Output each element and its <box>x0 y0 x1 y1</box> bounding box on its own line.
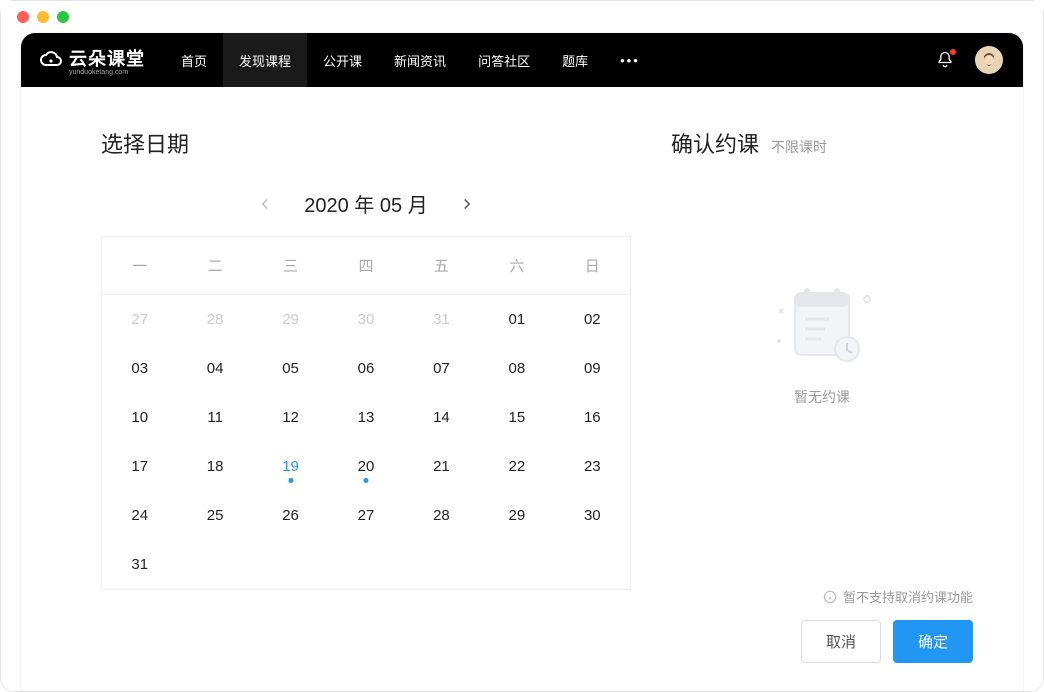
calendar-day[interactable]: 27 <box>102 295 177 344</box>
weekday-label: 一 <box>102 237 177 294</box>
calendar-day[interactable]: 11 <box>177 393 252 442</box>
confirm-button[interactable]: 确定 <box>893 620 973 663</box>
nav-item-4[interactable]: 问答社区 <box>462 33 546 87</box>
confirm-footer: 暂不支持取消约课功能 取消 确定 <box>671 587 973 691</box>
calendar-day[interactable]: 28 <box>177 295 252 344</box>
info-icon <box>823 590 837 604</box>
calendar-day[interactable]: 02 <box>555 295 630 344</box>
calendar-day[interactable]: 18 <box>177 442 252 491</box>
nav-item-2[interactable]: 公开课 <box>307 33 378 87</box>
nav-more[interactable]: ••• <box>604 53 656 68</box>
logo[interactable]: 云朵课堂 yunduoketang.com <box>21 45 165 76</box>
avatar-icon <box>975 46 1003 74</box>
empty-calendar-icon <box>767 279 877 369</box>
calendar-day[interactable]: 19 <box>253 442 328 491</box>
confirm-panel: 确认约课 不限课时 <box>631 127 1023 691</box>
cloud-logo-icon <box>39 48 63 72</box>
footer-note-text: 暂不支持取消约课功能 <box>843 587 973 606</box>
calendar-day[interactable]: 22 <box>479 442 554 491</box>
calendar-day[interactable]: 25 <box>177 491 252 540</box>
main-content: 选择日期 2020 年 05 月 一二三四五六日 272829303101020… <box>21 87 1023 691</box>
calendar-day[interactable]: 30 <box>328 295 403 344</box>
minimize-window-icon[interactable] <box>37 11 49 23</box>
next-month-button[interactable] <box>456 193 478 215</box>
calendar-day[interactable]: 14 <box>404 393 479 442</box>
calendar-day[interactable]: 09 <box>555 344 630 393</box>
cancel-button[interactable]: 取消 <box>801 620 881 663</box>
maximize-window-icon[interactable] <box>57 11 69 23</box>
calendar-day[interactable]: 31 <box>102 540 177 589</box>
weekday-label: 日 <box>555 237 630 294</box>
calendar-day[interactable]: 13 <box>328 393 403 442</box>
event-dot-icon <box>288 478 293 483</box>
calendar-day[interactable]: 27 <box>328 491 403 540</box>
weekday-label: 四 <box>328 237 403 294</box>
nav-item-1[interactable]: 发现课程 <box>223 33 307 87</box>
weekday-label: 五 <box>404 237 479 294</box>
confirm-subtitle: 不限课时 <box>771 137 827 157</box>
nav-item-0[interactable]: 首页 <box>165 33 223 87</box>
close-window-icon[interactable] <box>17 11 29 23</box>
pick-date-title: 选择日期 <box>101 127 631 159</box>
calendar-day[interactable]: 16 <box>555 393 630 442</box>
notification-bell[interactable] <box>935 50 955 70</box>
window-titlebar <box>1 1 1043 33</box>
calendar-day[interactable]: 20 <box>328 442 403 491</box>
empty-text: 暂无约课 <box>794 387 850 407</box>
event-dot-icon <box>363 478 368 483</box>
calendar-day[interactable]: 29 <box>253 295 328 344</box>
calendar-day[interactable]: 29 <box>479 491 554 540</box>
confirm-title: 确认约课 <box>671 127 759 159</box>
calendar-day[interactable]: 24 <box>102 491 177 540</box>
calendar-day[interactable]: 21 <box>404 442 479 491</box>
calendar-day[interactable]: 26 <box>253 491 328 540</box>
month-label: 2020 年 05 月 <box>304 189 427 218</box>
calendar-day[interactable]: 23 <box>555 442 630 491</box>
user-avatar[interactable] <box>975 46 1003 74</box>
footer-note: 暂不支持取消约课功能 <box>823 587 973 606</box>
top-nav: 云朵课堂 yunduoketang.com 首页发现课程公开课新闻资讯问答社区题… <box>21 33 1023 87</box>
date-picker-panel: 选择日期 2020 年 05 月 一二三四五六日 272829303101020… <box>21 127 631 691</box>
nav-items: 首页发现课程公开课新闻资讯问答社区题库 <box>165 33 604 87</box>
calendar-day[interactable]: 07 <box>404 344 479 393</box>
calendar-day[interactable]: 04 <box>177 344 252 393</box>
calendar-day[interactable]: 06 <box>328 344 403 393</box>
calendar-day[interactable]: 08 <box>479 344 554 393</box>
nav-item-3[interactable]: 新闻资讯 <box>378 33 462 87</box>
calendar: 一二三四五六日 27282930310102030405060708091011… <box>101 236 631 590</box>
notification-dot-icon <box>950 49 956 55</box>
weekday-label: 三 <box>253 237 328 294</box>
weekday-label: 六 <box>479 237 554 294</box>
calendar-day[interactable]: 10 <box>102 393 177 442</box>
calendar-day[interactable]: 17 <box>102 442 177 491</box>
calendar-day[interactable]: 15 <box>479 393 554 442</box>
weekday-header: 一二三四五六日 <box>102 237 630 295</box>
empty-state: 暂无约课 <box>671 279 973 587</box>
calendar-day[interactable]: 01 <box>479 295 554 344</box>
app-frame: 云朵课堂 yunduoketang.com 首页发现课程公开课新闻资讯问答社区题… <box>21 33 1023 691</box>
prev-month-button[interactable] <box>254 193 276 215</box>
month-bar: 2020 年 05 月 <box>101 189 631 218</box>
nav-item-5[interactable]: 题库 <box>546 33 604 87</box>
calendar-day[interactable]: 28 <box>404 491 479 540</box>
chevron-right-icon <box>458 195 476 213</box>
logo-text: 云朵课堂 <box>69 45 145 71</box>
calendar-days: 2728293031010203040506070809101112131415… <box>102 295 630 589</box>
chevron-left-icon <box>256 195 274 213</box>
calendar-day[interactable]: 30 <box>555 491 630 540</box>
weekday-label: 二 <box>177 237 252 294</box>
calendar-day[interactable]: 12 <box>253 393 328 442</box>
calendar-day[interactable]: 31 <box>404 295 479 344</box>
calendar-day[interactable]: 05 <box>253 344 328 393</box>
calendar-day[interactable]: 03 <box>102 344 177 393</box>
